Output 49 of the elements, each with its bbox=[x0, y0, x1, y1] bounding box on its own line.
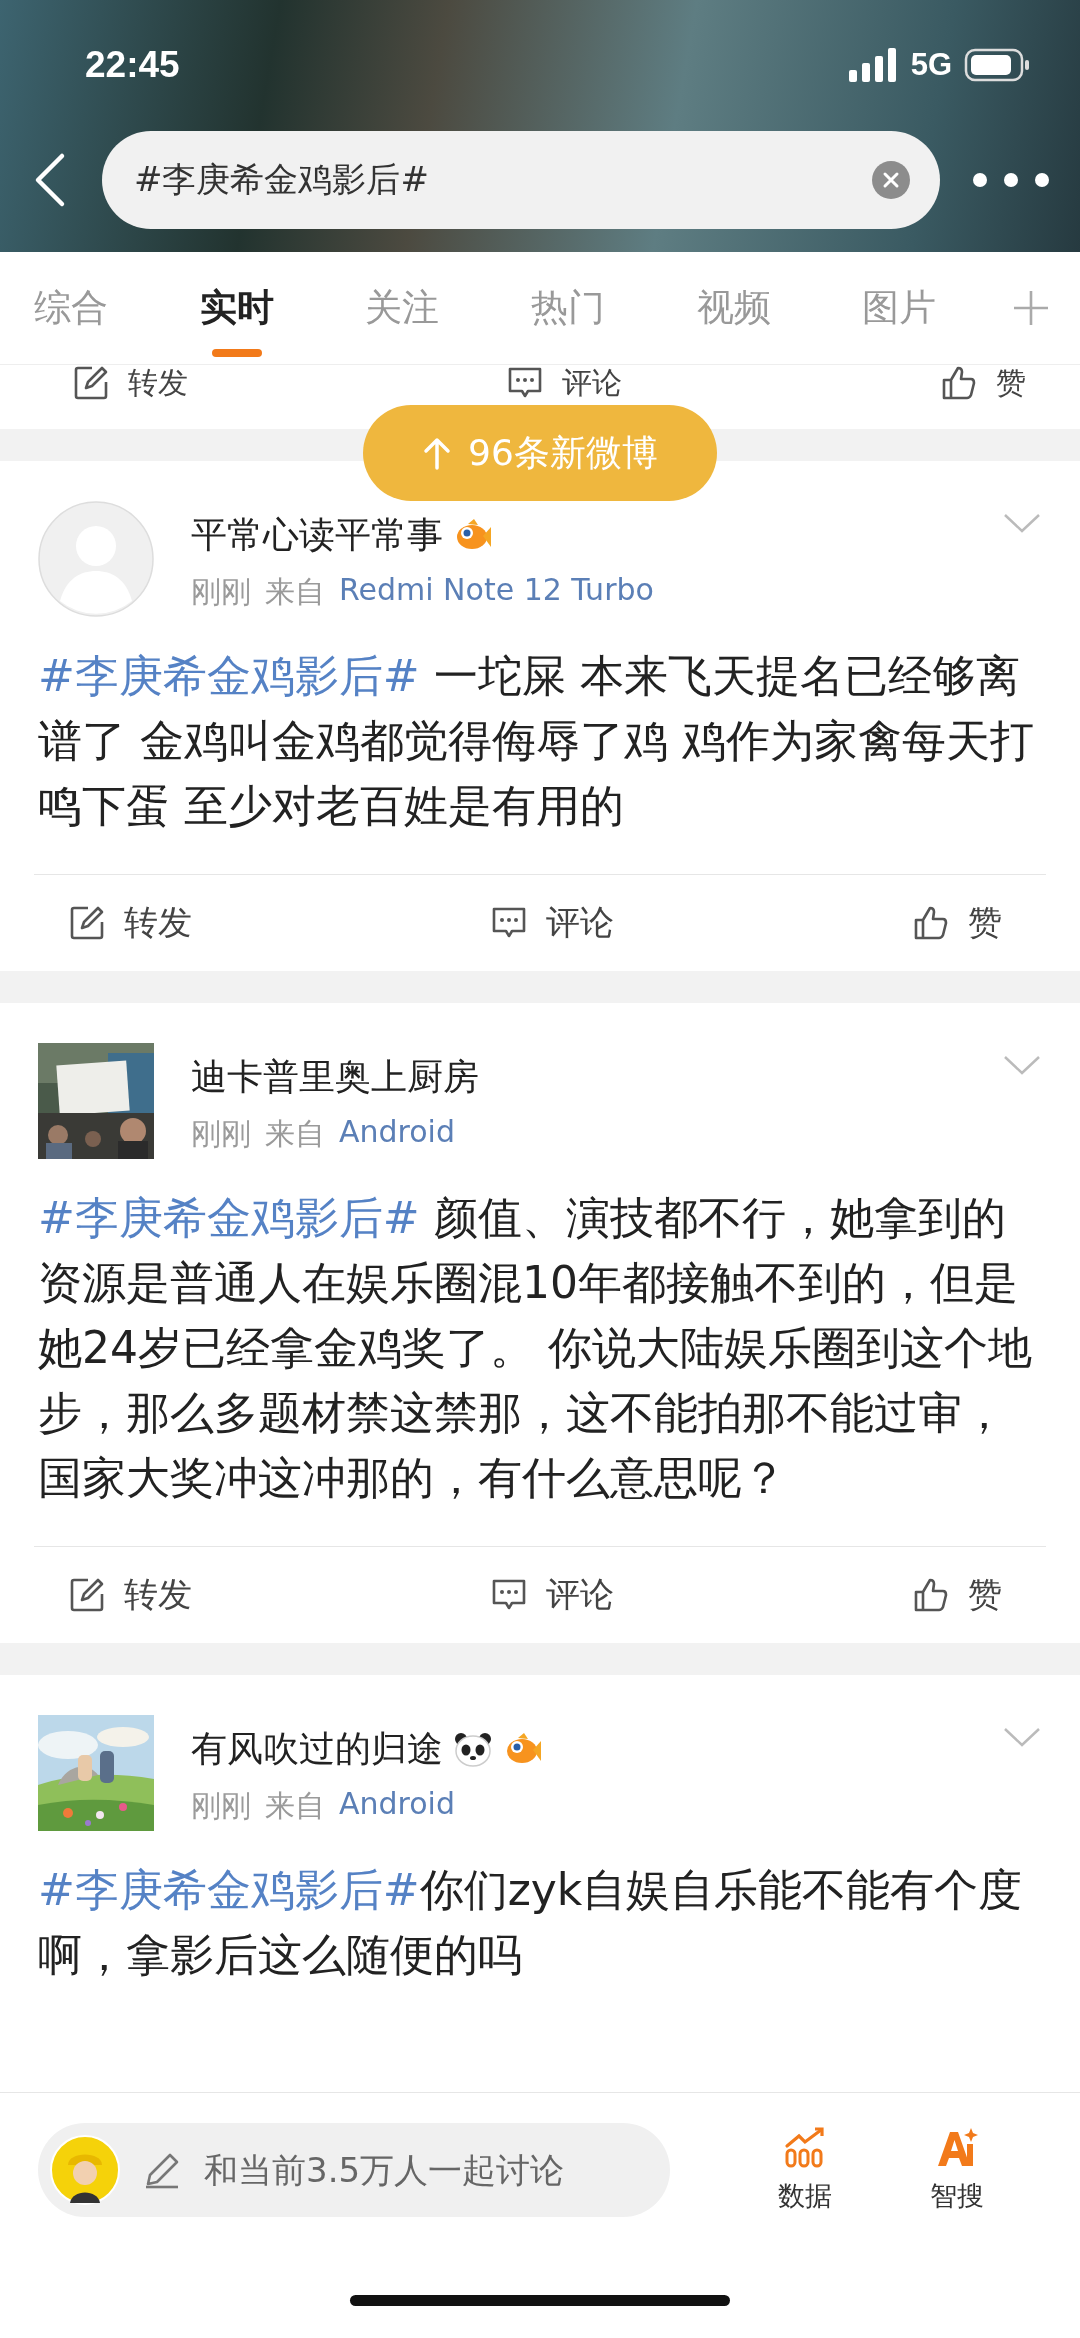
comment-label[interactable]: 评论 bbox=[546, 900, 614, 946]
repost-label[interactable]: 转发 bbox=[124, 1572, 192, 1618]
signal-icon bbox=[848, 48, 899, 82]
network-label: 5G bbox=[910, 47, 952, 83]
repost-label[interactable]: 转发 bbox=[128, 365, 188, 404]
share-icon[interactable] bbox=[72, 365, 110, 402]
chart-icon[interactable] bbox=[783, 2126, 827, 2170]
up-arrow-icon bbox=[422, 436, 453, 470]
hashtag-link[interactable]: #李庚希金鸡影后# bbox=[38, 650, 420, 701]
share-icon[interactable] bbox=[68, 1576, 106, 1614]
like-label[interactable]: 赞 bbox=[996, 365, 1026, 404]
author-name[interactable]: 迪卡普里奥上厨房 bbox=[191, 1053, 479, 1102]
tool-label[interactable]: 智搜 bbox=[930, 2178, 984, 2214]
source-prefix: 来自 bbox=[265, 1787, 325, 1825]
thumbs-up-icon[interactable] bbox=[912, 904, 950, 942]
post-time: 刚刚 bbox=[191, 1787, 251, 1825]
source-link[interactable]: Android bbox=[339, 1786, 455, 1827]
hashtag-link[interactable]: #李庚希金鸡影后# bbox=[38, 1192, 420, 1243]
tab-indicator bbox=[211, 349, 262, 357]
search-field[interactable]: #李庚希金鸡影后# bbox=[102, 131, 940, 229]
source-prefix: 来自 bbox=[265, 1115, 325, 1153]
source-link[interactable]: Redmi Note 12 Turbo bbox=[339, 572, 654, 613]
post-time: 刚刚 bbox=[191, 573, 251, 611]
like-label[interactable]: 赞 bbox=[968, 900, 1002, 946]
author-name[interactable]: 平常心读平常事 bbox=[191, 511, 443, 560]
clock-time: 22:45 bbox=[85, 44, 180, 86]
comment-bar[interactable]: 和当前3.5万人一起讨论 bbox=[38, 2123, 670, 2217]
hashtag-link[interactable]: #李庚希金鸡影后# bbox=[38, 1864, 420, 1915]
author-name[interactable]: 有风吹过的归途 bbox=[191, 1725, 443, 1774]
more-icon[interactable] bbox=[972, 172, 1050, 188]
thumbs-up-icon[interactable] bbox=[912, 1576, 950, 1614]
tool-label[interactable]: 数据 bbox=[778, 2178, 832, 2214]
share-icon[interactable] bbox=[68, 904, 106, 942]
source-link[interactable]: Android bbox=[339, 1114, 455, 1155]
post-text: #李庚希金鸡影后# 一坨屎 本来飞天提名已经够离谱了 金鸡叫金鸡都觉得侮辱了鸡 鸡作为家禽每天打鸣下蛋 至少对老百姓是有用的 bbox=[38, 649, 1035, 833]
post-text: #李庚希金鸡影后# 颜值、演技都不行，她拿到的资源是普通人在娱乐圈混10年都接触不到的，但是她24岁已经拿金鸡奖了。 你说大陆娱乐圈到这个地步，那么多题材禁这禁那，这不能拍那不能过审，国家大奖冲这冲那的，有什么意思呢？ bbox=[38, 1191, 1033, 1505]
source-prefix: 来自 bbox=[265, 573, 325, 611]
post-text: #李庚希金鸡影后#你们zyk自娱自乐能不能有个度啊，拿影后这么随便的吗 bbox=[38, 1863, 1024, 1982]
comment-label[interactable]: 评论 bbox=[562, 365, 622, 404]
clear-icon[interactable] bbox=[872, 161, 910, 199]
tab[interactable]: 实时 bbox=[183, 283, 290, 333]
battery-icon bbox=[964, 48, 1030, 82]
like-label[interactable]: 赞 bbox=[968, 1572, 1002, 1618]
comment-label[interactable]: 评论 bbox=[546, 1572, 614, 1618]
repost-label[interactable]: 转发 bbox=[124, 900, 192, 946]
avatar-icon bbox=[50, 2135, 120, 2205]
comment-field[interactable]: 和当前3.5万人一起讨论 bbox=[204, 2150, 658, 2190]
post-time: 刚刚 bbox=[191, 1115, 251, 1153]
thumbs-up-icon[interactable] bbox=[940, 365, 978, 402]
